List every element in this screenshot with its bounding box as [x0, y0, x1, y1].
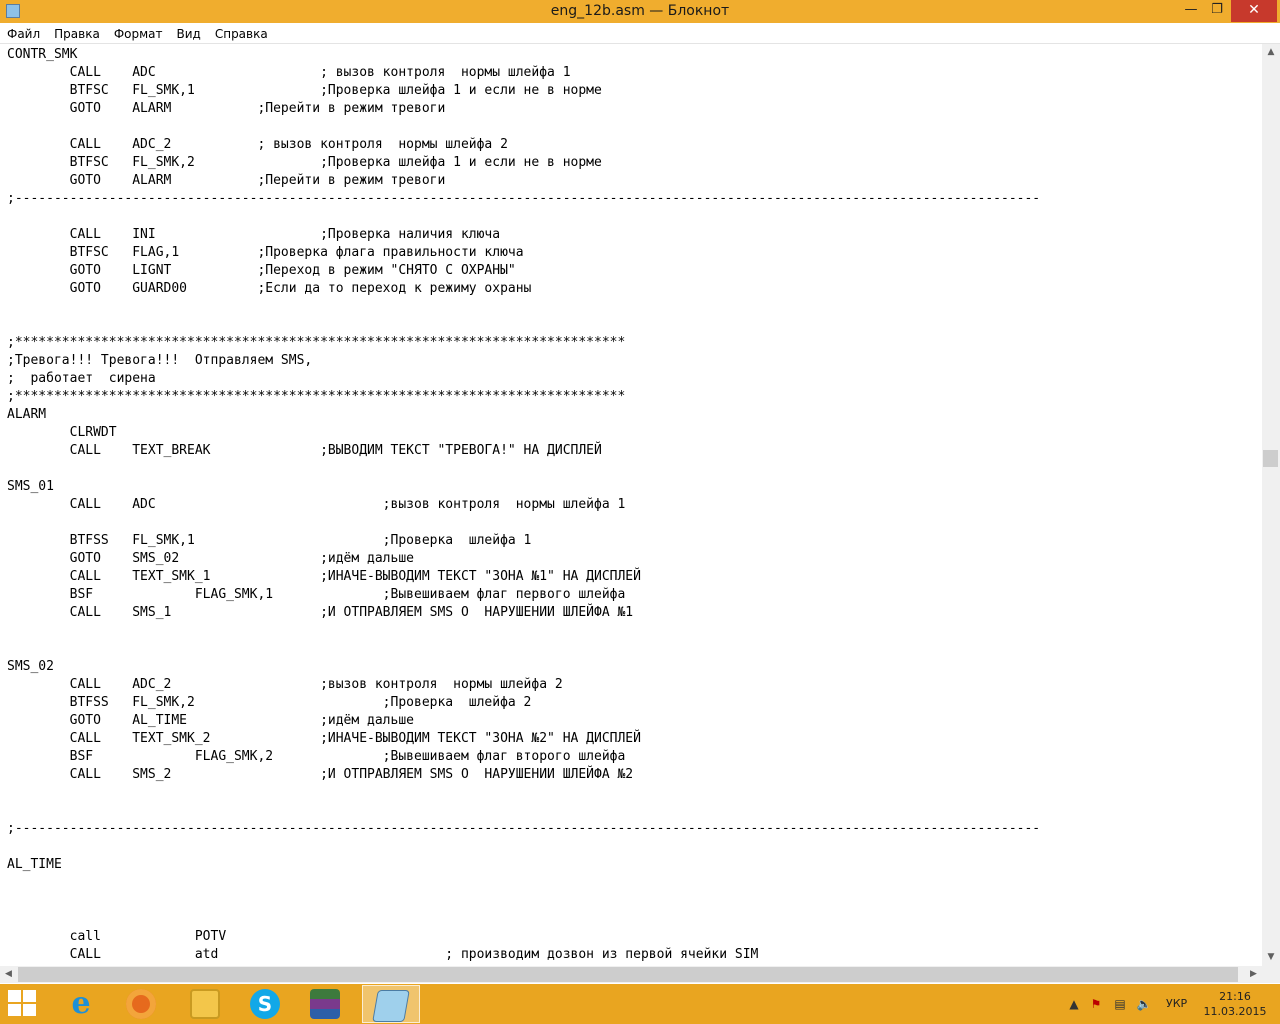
menu-help[interactable]: Справка: [208, 25, 275, 44]
maximize-button[interactable]: ❐: [1204, 0, 1230, 22]
clock-date: 11.03.2015: [1203, 1005, 1267, 1018]
firefox-icon: [126, 989, 156, 1019]
folder-icon: [190, 989, 220, 1019]
notepad-icon: [372, 990, 410, 1022]
show-hidden-icons-chevron[interactable]: ▲: [1066, 996, 1082, 1012]
winrar-icon: [310, 989, 340, 1019]
windows-logo-icon: [8, 990, 21, 1002]
taskbar-winrar[interactable]: [298, 985, 354, 1023]
window-title: eng_12b.asm — Блокнот: [550, 3, 730, 19]
input-language-indicator[interactable]: УКР: [1166, 997, 1187, 1010]
network-icon[interactable]: ▤: [1112, 996, 1128, 1012]
volume-icon[interactable]: 🔈: [1136, 996, 1152, 1012]
scroll-down-arrow[interactable]: ▼: [1262, 949, 1280, 966]
system-clock[interactable]: 21:16 11.03.2015: [1200, 989, 1270, 1019]
action-center-flag-icon[interactable]: ⚑: [1088, 996, 1104, 1012]
editor-text[interactable]: CONTR_SMK CALL ADC ; вызов контроля норм…: [0, 44, 1262, 964]
notepad-window: eng_12b.asm — Блокнот — ❐ ✕ Файл Правка Фо…: [0, 0, 1280, 984]
internet-explorer-icon: e: [71, 986, 91, 1021]
taskbar-firefox[interactable]: [114, 985, 170, 1023]
scroll-right-arrow[interactable]: ▶: [1245, 966, 1262, 983]
menu-file[interactable]: Файл: [0, 25, 47, 44]
scroll-up-arrow[interactable]: ▲: [1262, 44, 1280, 61]
menu-format[interactable]: Формат: [107, 25, 170, 44]
minimize-button[interactable]: —: [1178, 0, 1204, 22]
horizontal-scroll-thumb[interactable]: [18, 967, 1238, 982]
title-bar[interactable]: eng_12b.asm — Блокнот — ❐ ✕: [0, 0, 1280, 23]
start-button[interactable]: [8, 990, 38, 1018]
taskbar: e S ▲ ⚑ ▤ 🔈 УКР 21:16 11.03.2015: [0, 984, 1280, 1024]
menu-view[interactable]: Вид: [170, 25, 208, 44]
taskbar-skype[interactable]: S: [238, 985, 294, 1023]
taskbar-notepad[interactable]: [362, 985, 420, 1023]
vertical-scroll-thumb[interactable]: [1263, 450, 1278, 467]
windows-logo-pane: [8, 1004, 21, 1016]
windows-logo-pane: [23, 990, 36, 1002]
scrollbar-corner: [1262, 966, 1280, 983]
taskbar-internet-explorer[interactable]: e: [54, 985, 110, 1023]
menu-bar: Файл Правка Формат Вид Справка: [0, 23, 1280, 44]
taskbar-file-explorer[interactable]: [178, 985, 234, 1023]
menu-edit[interactable]: Правка: [47, 25, 107, 44]
horizontal-scrollbar[interactable]: ◀ ▶: [0, 966, 1262, 983]
vertical-scrollbar[interactable]: ▲ ▼: [1262, 44, 1280, 966]
text-editor-area[interactable]: CONTR_SMK CALL ADC ; вызов контроля норм…: [0, 44, 1262, 966]
skype-icon: S: [250, 989, 280, 1019]
clock-time: 21:16: [1219, 990, 1251, 1003]
close-button[interactable]: ✕: [1231, 0, 1277, 22]
windows-logo-pane: [23, 1004, 36, 1016]
scroll-left-arrow[interactable]: ◀: [0, 966, 17, 983]
